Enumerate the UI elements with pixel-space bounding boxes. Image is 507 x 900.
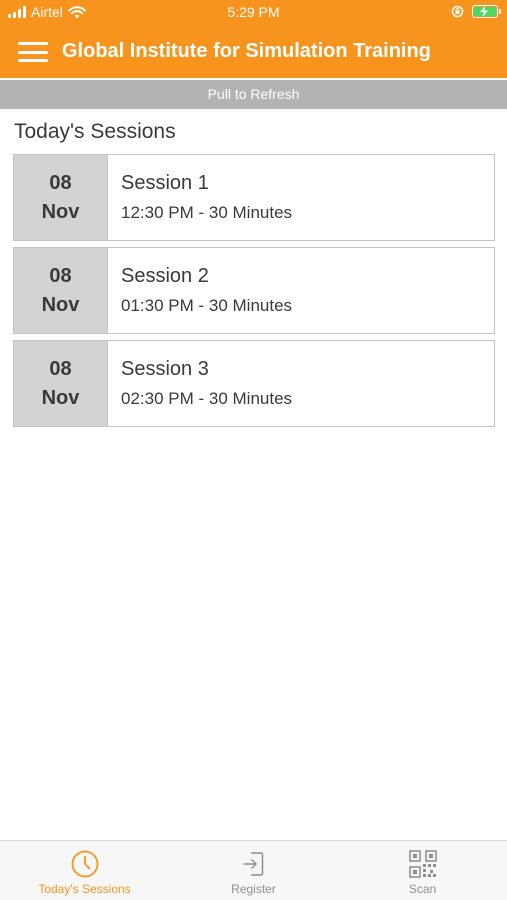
session-time: 12:30 PM - 30 Minutes: [121, 202, 293, 222]
status-bar: Airtel 5:29 PM: [0, 0, 507, 26]
session-day: 08: [49, 264, 72, 287]
sessions-list: 08 Nov Session 1 12:30 PM - 30 Minutes 0…: [13, 154, 495, 433]
tab-todays-sessions[interactable]: Today's Sessions: [0, 841, 169, 900]
session-date: 08 Nov: [14, 341, 108, 426]
tab-label: Register: [231, 882, 276, 896]
app-title: Global Institute for Simulation Training: [62, 40, 431, 62]
clock-icon: [71, 850, 98, 878]
status-right: [451, 5, 501, 18]
section-title: Today's Sessions: [14, 120, 176, 143]
status-time: 5:29 PM: [227, 4, 280, 20]
session-info: Session 1 12:30 PM - 30 Minutes: [108, 155, 292, 240]
tab-bar: Today's Sessions Register Scan: [0, 840, 507, 900]
session-day: 08: [49, 357, 72, 380]
session-time: 02:30 PM - 30 Minutes: [121, 388, 293, 408]
app-header: Global Institute for Simulation Training: [0, 26, 507, 78]
session-card[interactable]: 08 Nov Session 3 02:30 PM - 30 Minutes: [13, 340, 495, 427]
session-name: Session 3: [121, 357, 209, 380]
session-info: Session 2 01:30 PM - 30 Minutes: [108, 248, 292, 333]
qr-code-icon: [408, 850, 437, 878]
tab-scan[interactable]: Scan: [338, 841, 507, 900]
sign-in-icon: [242, 852, 263, 876]
session-name: Session 2: [121, 264, 209, 287]
pull-to-refresh-banner: Pull to Refresh: [0, 80, 507, 109]
session-card[interactable]: 08 Nov Session 1 12:30 PM - 30 Minutes: [13, 154, 495, 241]
session-date: 08 Nov: [14, 155, 108, 240]
session-card[interactable]: 08 Nov Session 2 01:30 PM - 30 Minutes: [13, 247, 495, 334]
session-month: Nov: [41, 293, 80, 316]
tab-register[interactable]: Register: [169, 841, 338, 900]
tab-label: Scan: [408, 882, 437, 896]
session-name: Session 1: [121, 171, 209, 194]
session-day: 08: [49, 171, 72, 194]
battery-icon: [472, 5, 501, 18]
session-time: 01:30 PM - 30 Minutes: [121, 295, 293, 315]
session-date: 08 Nov: [14, 248, 108, 333]
session-month: Nov: [41, 200, 80, 223]
orientation-lock-icon: [451, 5, 464, 18]
session-month: Nov: [41, 386, 80, 409]
tab-label: Today's Sessions: [38, 882, 131, 896]
session-info: Session 3 02:30 PM - 30 Minutes: [108, 341, 292, 426]
menu-icon[interactable]: [18, 40, 48, 64]
